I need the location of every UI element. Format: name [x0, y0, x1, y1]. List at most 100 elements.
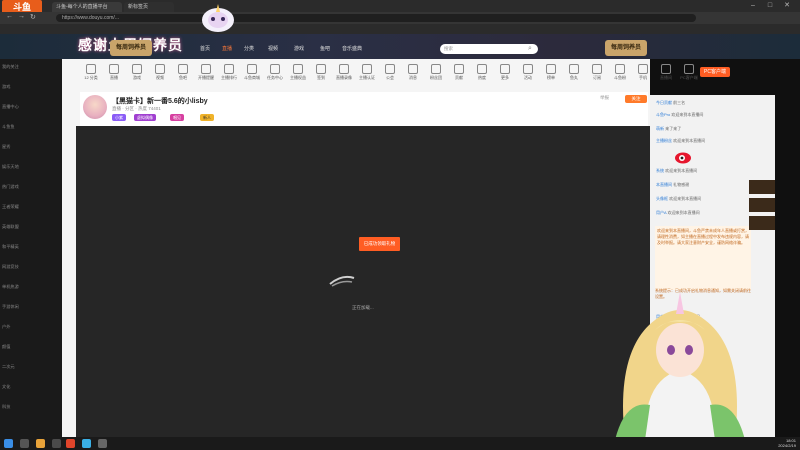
- category-item[interactable]: PC客户端: [676, 62, 702, 86]
- chat-text: 前三名: [673, 100, 686, 105]
- sidebar-item[interactable]: 二次元: [2, 364, 15, 370]
- chat-message[interactable]: 斗鱼Pro 欢迎来到本直播间: [656, 112, 746, 118]
- category-label: 直播间: [660, 75, 672, 80]
- nav-video[interactable]: 视频: [268, 44, 278, 54]
- weekly-feeder-badge[interactable]: 每周饲养员: [110, 40, 152, 56]
- close-icon[interactable]: ✕: [782, 1, 792, 11]
- chat-username[interactable]: 萌新: [656, 126, 664, 131]
- room-tag[interactable]: 唱见: [170, 114, 184, 121]
- weekly-feeder-badge-right[interactable]: 每周饲养员: [605, 40, 647, 56]
- chat-message[interactable]: 萌新 来了来了: [656, 126, 746, 132]
- sidebar-item[interactable]: 手游休闲: [2, 304, 19, 310]
- category-label: 斗鱼商城: [244, 75, 260, 80]
- forward-icon[interactable]: →: [18, 13, 25, 20]
- category-label: 手机: [639, 75, 647, 80]
- chat-text: 来了来了: [665, 126, 682, 131]
- category-label: 直播: [110, 75, 118, 80]
- taskbar-clock[interactable]: 18:01 2024/2/19: [772, 438, 796, 448]
- sidebar-item[interactable]: 颜值: [2, 344, 10, 350]
- chat-message[interactable]: 用户A 欢迎来到本直播间: [656, 210, 746, 216]
- search-icon[interactable]: ⌕: [528, 44, 532, 54]
- nav-home[interactable]: 首页: [200, 44, 210, 54]
- nav-yuba[interactable]: 鱼吧: [320, 44, 330, 54]
- sidebar-item[interactable]: 我的关注: [2, 64, 19, 70]
- sidebar-item[interactable]: 直播中心: [2, 104, 19, 110]
- streamer-avatar[interactable]: [83, 95, 107, 119]
- room-meta: 直播 · 分区 · 热度 74401: [112, 106, 161, 111]
- chat-notice: 欢迎来到本直播间，斗鱼严禁未成年人直播或打赏，请理性消费，如主播在直播过程中发布…: [655, 226, 751, 290]
- chat-username[interactable]: 今日贡献: [656, 100, 672, 105]
- taskbar-app-icon[interactable]: [20, 439, 29, 448]
- vtuber-avatar-image: [585, 290, 775, 440]
- chat-username[interactable]: 斗鱼Pro: [656, 112, 670, 117]
- side-promo-banner[interactable]: [749, 216, 775, 230]
- back-icon[interactable]: ←: [6, 13, 13, 20]
- sidebar-item[interactable]: 星秀: [2, 144, 10, 150]
- chat-username[interactable]: 系统: [656, 168, 664, 173]
- windows-start-icon[interactable]: [4, 439, 13, 448]
- room-tag[interactable]: 小紫: [112, 114, 126, 121]
- chat-username[interactable]: 本直播间: [656, 182, 672, 187]
- category-icon: [661, 64, 671, 74]
- category-icon: [408, 64, 418, 74]
- sidebar-item[interactable]: 斗鱼鱼: [2, 124, 15, 130]
- sidebar-item[interactable]: 娱乐天地: [2, 164, 19, 170]
- chat-message[interactable]: 本直播间 礼物感谢: [656, 182, 746, 188]
- room-tag[interactable]: 新人: [200, 114, 214, 121]
- reload-icon[interactable]: ↻: [30, 13, 36, 21]
- category-label: 更多: [501, 75, 509, 80]
- chat-message[interactable]: 主播粉丝 欢迎来到本直播间: [656, 138, 746, 144]
- taskbar-app-icon[interactable]: [98, 439, 107, 448]
- chat-text: 欢迎来到本直播间: [671, 112, 704, 117]
- chat-username[interactable]: 头像框: [656, 196, 668, 201]
- room-tag[interactable]: 虚拟偶像: [134, 114, 156, 121]
- nav-category[interactable]: 分类: [244, 44, 254, 54]
- category-icon: [155, 64, 165, 74]
- browser-tab[interactable]: 新标签页: [124, 2, 174, 12]
- category-label: 鱼吧: [179, 75, 187, 80]
- sidebar-item[interactable]: 科技: [2, 404, 10, 410]
- chat-username[interactable]: 主播粉丝: [656, 138, 672, 143]
- chat-message[interactable]: 今日贡献 前三名: [656, 100, 746, 106]
- url-bar[interactable]: https://www.douyu.com/...: [56, 14, 696, 22]
- minimize-icon[interactable]: –: [748, 1, 758, 11]
- sidebar-item[interactable]: 文化: [2, 384, 10, 390]
- report-link[interactable]: 举报: [600, 95, 609, 101]
- chat-username[interactable]: 用户A: [656, 210, 666, 215]
- taskbar-app-icon[interactable]: [82, 439, 91, 448]
- video-player[interactable]: [76, 126, 650, 437]
- category-icon: [86, 64, 96, 74]
- sidebar-item[interactable]: 户外: [2, 324, 10, 330]
- gift-claimed-button[interactable]: 已成功领取礼物: [359, 237, 400, 251]
- category-icon: [316, 64, 326, 74]
- pc-app-button[interactable]: PC客户端: [700, 67, 730, 77]
- maximize-icon[interactable]: □: [765, 1, 775, 11]
- side-promo-banner[interactable]: [749, 180, 775, 194]
- category-label: 消息: [409, 75, 417, 80]
- search-input[interactable]: 搜索: [440, 44, 538, 54]
- sidebar-item[interactable]: 王者荣耀: [2, 204, 19, 210]
- side-promo-banner[interactable]: [749, 198, 775, 212]
- browser-tab-active[interactable]: 斗鱼-每个人的直播平台: [52, 2, 122, 12]
- chat-text: 欢迎来到本直播间: [673, 138, 706, 143]
- sidebar-item[interactable]: 和平精英: [2, 244, 19, 250]
- sidebar-item[interactable]: 热门游戏: [2, 184, 19, 190]
- chat-message[interactable]: 头像框 欢迎来到本直播间: [656, 196, 746, 202]
- taskbar-app-icon[interactable]: [66, 439, 75, 448]
- sidebar-item[interactable]: 游戏: [2, 84, 10, 90]
- sidebar-item[interactable]: 单机热游: [2, 284, 19, 290]
- chat-message[interactable]: 系统 欢迎来到本直播间: [656, 168, 746, 174]
- category-label: 视频: [156, 75, 164, 80]
- sidebar-item[interactable]: 英雄联盟: [2, 224, 19, 230]
- category-icon: [638, 64, 648, 74]
- weibo-icon[interactable]: [674, 150, 692, 164]
- sidebar-item[interactable]: 网游竞技: [2, 264, 19, 270]
- category-label: 主播排行: [221, 75, 237, 80]
- taskbar-app-icon[interactable]: [52, 439, 61, 448]
- nav-live[interactable]: 直播: [222, 44, 232, 54]
- taskbar-app-icon[interactable]: [36, 439, 45, 448]
- follow-button[interactable]: 关注: [625, 95, 647, 103]
- nav-game[interactable]: 游戏: [294, 44, 304, 54]
- nav-music[interactable]: 音乐盛典: [342, 44, 362, 54]
- category-label: 活动: [524, 75, 532, 80]
